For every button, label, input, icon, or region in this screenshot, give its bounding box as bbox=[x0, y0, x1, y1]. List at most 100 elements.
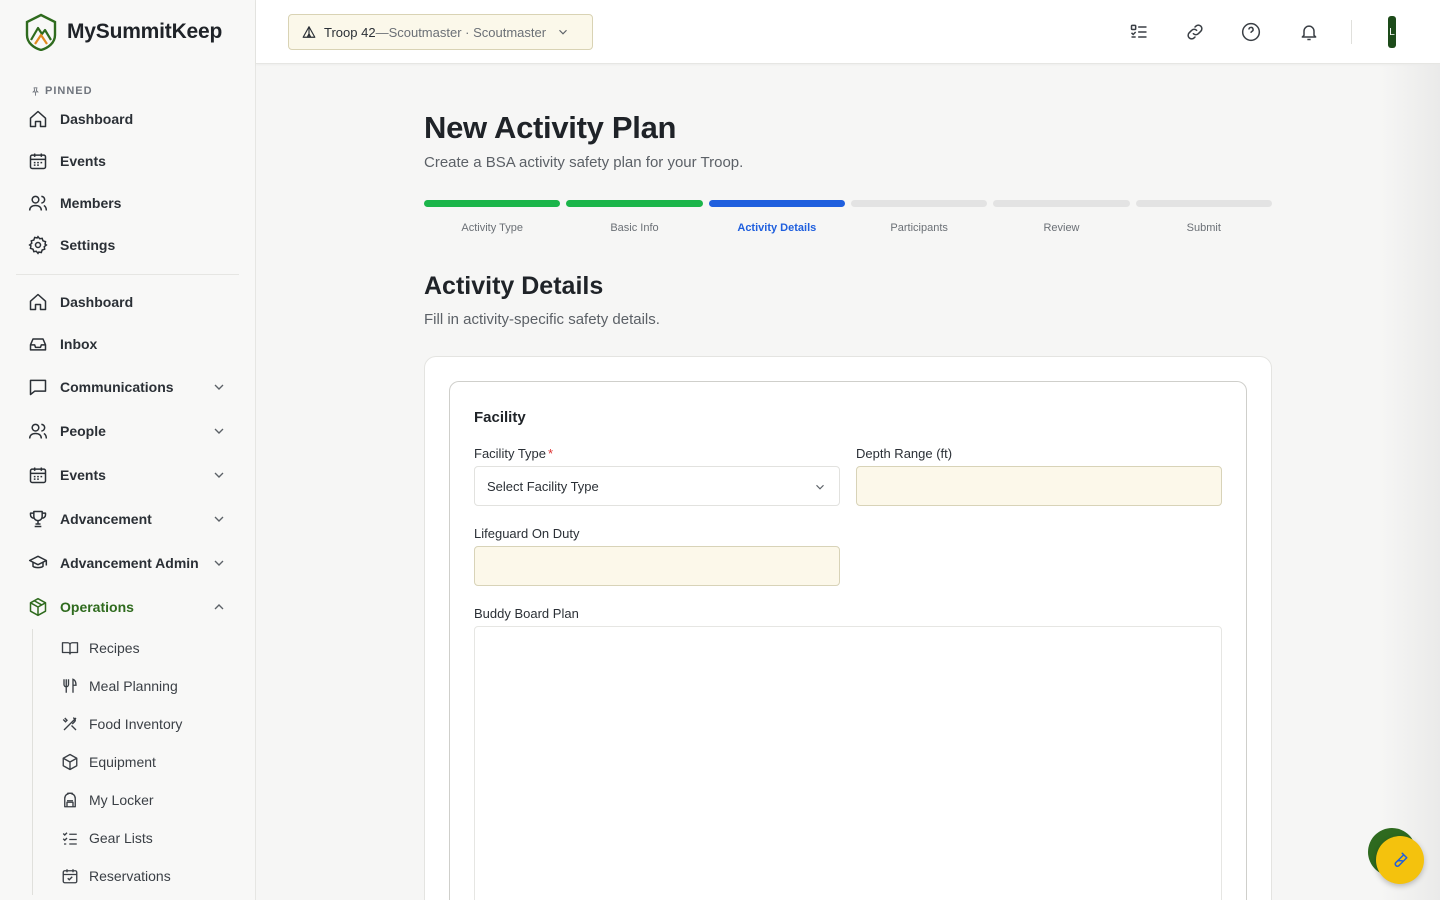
test-tube-button[interactable] bbox=[1376, 836, 1424, 884]
operations-submenu: Recipes Meal Planning Food Inventory Equ… bbox=[32, 629, 255, 895]
facility-type-label: Facility Type * bbox=[474, 446, 554, 461]
chevron-down-icon bbox=[214, 560, 224, 566]
form-card: Facility Facility Type * Select Facility … bbox=[424, 356, 1272, 900]
main-content: New Activity Plan Create a BSA activity … bbox=[256, 64, 1440, 900]
pinned-section-label: PINNED bbox=[0, 64, 255, 98]
sidebar-divider bbox=[16, 274, 239, 275]
chevron-up-icon bbox=[214, 604, 224, 610]
pinned-item-dashboard[interactable]: Dashboard bbox=[0, 98, 255, 140]
chevron-down-icon bbox=[214, 516, 224, 522]
tent-icon bbox=[302, 26, 316, 38]
step-review[interactable]: Review bbox=[993, 200, 1130, 234]
utensils-crossed-icon bbox=[61, 715, 79, 733]
sidebar-item-advancement[interactable]: Advancement bbox=[0, 497, 255, 541]
home-icon bbox=[28, 109, 48, 129]
step-bar bbox=[850, 200, 988, 207]
box-icon bbox=[28, 597, 48, 617]
test-tube-icon bbox=[1394, 852, 1408, 867]
topbar-divider bbox=[1351, 20, 1352, 44]
step-bar bbox=[1135, 200, 1272, 207]
brand[interactable]: MySummitKeep bbox=[0, 0, 255, 64]
checklist-icon[interactable] bbox=[1127, 20, 1151, 44]
package-icon bbox=[61, 753, 79, 771]
sidebar-item-gear-lists[interactable]: Gear Lists bbox=[33, 819, 255, 857]
facility-fieldset: Facility Facility Type * Select Facility … bbox=[449, 381, 1247, 900]
brand-name: MySummitKeep bbox=[67, 20, 223, 43]
message-icon bbox=[28, 377, 48, 397]
chevron-down-icon bbox=[816, 484, 824, 490]
chevron-down-icon bbox=[559, 29, 567, 35]
page-title: New Activity Plan bbox=[424, 110, 677, 145]
chevron-down-icon bbox=[214, 472, 224, 478]
troop-name: Troop 42 bbox=[324, 24, 376, 40]
lifeguard-input[interactable] bbox=[474, 546, 840, 586]
buddy-board-textarea[interactable] bbox=[474, 626, 1222, 900]
step-activity-details[interactable]: Activity Details bbox=[708, 200, 845, 234]
depth-range-input[interactable] bbox=[856, 466, 1222, 506]
sidebar-item-inbox[interactable]: Inbox bbox=[0, 323, 255, 365]
bell-icon[interactable] bbox=[1297, 20, 1321, 44]
step-submit[interactable]: Submit bbox=[1135, 200, 1272, 234]
sidebar-item-dashboard[interactable]: Dashboard bbox=[0, 281, 255, 323]
facility-type-select[interactable]: Select Facility Type bbox=[474, 466, 840, 506]
link-icon[interactable] bbox=[1183, 20, 1207, 44]
help-icon[interactable] bbox=[1239, 20, 1263, 44]
pinned-item-settings[interactable]: Settings bbox=[0, 224, 255, 266]
step-bar bbox=[424, 200, 561, 207]
sidebar-item-operations[interactable]: Operations bbox=[0, 585, 255, 629]
troop-selector[interactable]: Troop 42 — Scoutmaster · Scoutmaster bbox=[288, 14, 593, 50]
gear-icon bbox=[28, 235, 48, 255]
step-basic-info[interactable]: Basic Info bbox=[566, 200, 703, 234]
calendar-check-icon bbox=[61, 867, 79, 885]
step-bar bbox=[993, 200, 1130, 207]
chevron-down-icon bbox=[214, 384, 224, 390]
step-activity-type[interactable]: Activity Type bbox=[424, 200, 561, 234]
sidebar-item-people[interactable]: People bbox=[0, 409, 255, 453]
sidebar-item-advancement-admin[interactable]: Advancement Admin bbox=[0, 541, 255, 585]
avatar[interactable]: L bbox=[1388, 16, 1396, 48]
stepper: Activity Type Basic Info Activity Detail… bbox=[424, 200, 1272, 234]
pinned-item-events[interactable]: Events bbox=[0, 140, 255, 182]
home-icon bbox=[28, 292, 48, 312]
sidebar-item-communications[interactable]: Communications bbox=[0, 365, 255, 409]
step-label: Submit bbox=[1186, 222, 1221, 234]
calendar-icon bbox=[28, 151, 48, 171]
calendar-icon bbox=[28, 465, 48, 485]
sidebar-item-reservations[interactable]: Reservations bbox=[33, 857, 255, 895]
sidebar-item-equipment[interactable]: Equipment bbox=[33, 743, 255, 781]
book-icon bbox=[61, 639, 79, 657]
graduation-cap-icon bbox=[28, 553, 48, 573]
section-title: Activity Details bbox=[424, 272, 604, 300]
page-subtitle: Create a BSA activity safety plan for yo… bbox=[424, 154, 744, 171]
buddy-board-label: Buddy Board Plan bbox=[474, 606, 579, 621]
step-participants[interactable]: Participants bbox=[850, 200, 988, 234]
troop-separator: — bbox=[375, 24, 389, 40]
depth-range-label: Depth Range (ft) bbox=[856, 446, 953, 461]
lifeguard-label: Lifeguard On Duty bbox=[474, 526, 580, 541]
fieldset-title: Facility bbox=[474, 409, 526, 426]
inbox-icon bbox=[28, 334, 48, 354]
pin-icon bbox=[32, 86, 39, 96]
step-label: Basic Info bbox=[610, 222, 659, 234]
backpack-icon bbox=[61, 791, 79, 809]
chevron-down-icon bbox=[214, 428, 224, 434]
sidebar-item-meal-planning[interactable]: Meal Planning bbox=[33, 667, 255, 705]
required-mark: * bbox=[548, 446, 554, 461]
logo-icon bbox=[25, 13, 57, 51]
sidebar-item-my-locker[interactable]: My Locker bbox=[33, 781, 255, 819]
sidebar: MySummitKeep PINNED Dashboard Events Mem… bbox=[0, 0, 256, 900]
sidebar-item-recipes[interactable]: Recipes bbox=[33, 629, 255, 667]
pinned-item-members[interactable]: Members bbox=[0, 182, 255, 224]
users-icon bbox=[28, 193, 48, 213]
step-label: Review bbox=[1043, 222, 1080, 234]
sidebar-item-food-inventory[interactable]: Food Inventory bbox=[33, 705, 255, 743]
users-icon bbox=[28, 421, 48, 441]
sidebar-item-events[interactable]: Events bbox=[0, 453, 255, 497]
step-label: Activity Details bbox=[737, 222, 817, 234]
checklist-icon bbox=[61, 829, 79, 847]
step-label: Activity Type bbox=[461, 222, 523, 234]
utensils-icon bbox=[61, 677, 79, 695]
step-bar bbox=[566, 200, 703, 207]
step-label: Participants bbox=[890, 222, 948, 234]
troop-role: Scoutmaster · Scoutmaster bbox=[388, 24, 547, 40]
